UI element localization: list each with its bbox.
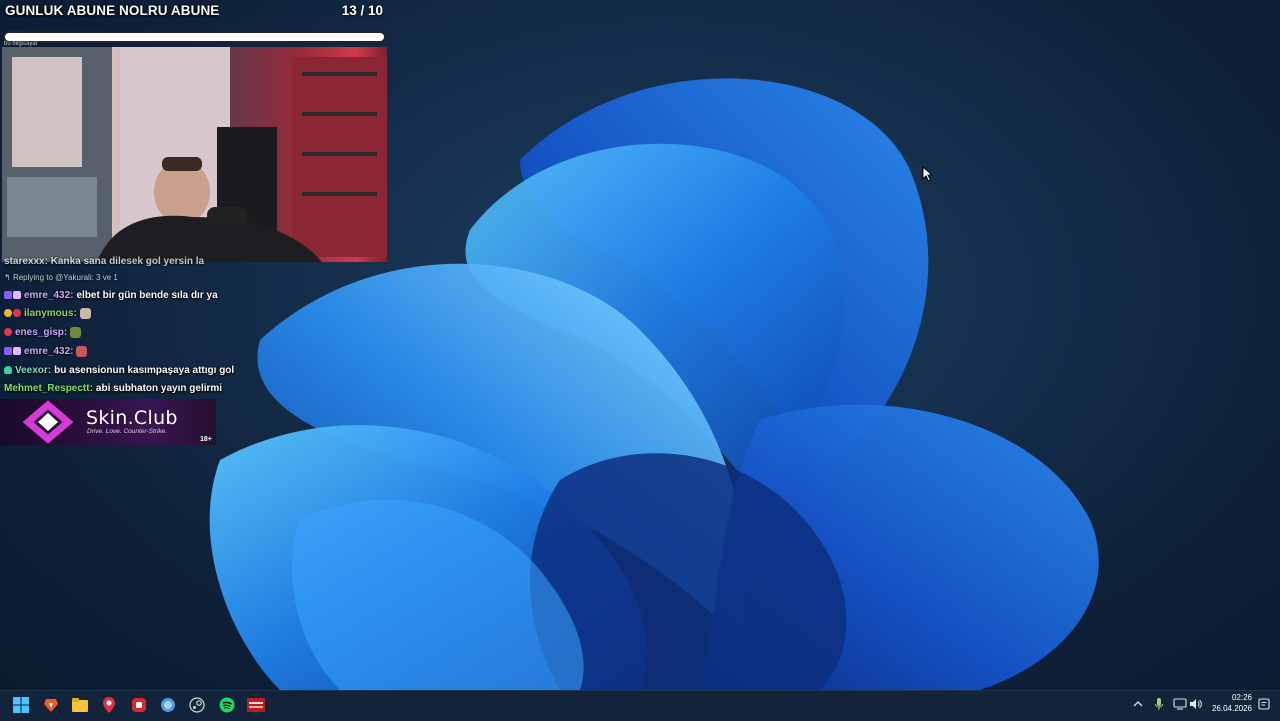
subscriber-badge-icon <box>4 291 12 300</box>
webcam-image <box>2 47 387 262</box>
chat-text: bu asensionun kasımpaşaya attıgı gol <box>54 365 235 377</box>
emote-icon <box>76 346 88 357</box>
chat-badges <box>4 365 13 376</box>
chat-message: Mehmet_Respectt: abi subhaton yayın gelir… <box>4 383 222 394</box>
gift-badge-icon <box>13 291 21 300</box>
webcam-overlay <box>2 47 387 262</box>
globe-icon[interactable] <box>158 695 178 715</box>
chat-badges <box>4 327 13 338</box>
chat-text: elbet bir gün bende sıla dır ya <box>76 290 218 302</box>
chat-username[interactable]: emre_432: <box>24 346 73 357</box>
brave-icon[interactable] <box>41 695 61 715</box>
pin-badge-icon <box>13 309 21 318</box>
sponsor-name: Skin.Club <box>86 407 178 429</box>
chat-badges <box>4 346 22 357</box>
subscriber-badge-icon <box>4 347 12 356</box>
mouse-cursor-icon <box>922 166 934 182</box>
chat-username[interactable]: emre_432: <box>24 290 73 301</box>
emote-icon <box>70 327 82 338</box>
chat-message: emre_432: elbet bir gün bende sıla dır ya <box>4 290 218 301</box>
notifications-icon[interactable] <box>1257 697 1271 711</box>
network-icon[interactable] <box>1173 697 1187 711</box>
chat-username[interactable]: Mehmet_Respectt: <box>4 383 93 394</box>
pin-badge-icon <box>4 328 12 337</box>
taskbar-clock-time[interactable]: 02:26 <box>1212 693 1252 702</box>
chat-badges <box>4 290 22 301</box>
chat-message: Veexor: bu asensionun kasımpaşaya attıgı … <box>4 365 234 376</box>
file-explorer-icon[interactable] <box>70 695 90 715</box>
chat-reply-context: ↰ Replying to @Yakurali: 3 ve 1 <box>4 273 118 282</box>
chat-badges <box>4 308 22 319</box>
sponsor-age-rating: 18+ <box>200 436 212 443</box>
chat-partial-line: starexxx: Kanka sana dilesek gol yersin … <box>4 256 205 267</box>
sub-goal-title: GUNLUK ABUNE NOLRU ABUNE <box>5 3 220 18</box>
chat-message: emre_432: <box>4 346 88 357</box>
sub-goal-progress-bar <box>3 31 386 43</box>
steam-icon[interactable] <box>187 695 207 715</box>
chevron-up-icon[interactable] <box>1131 697 1145 711</box>
sponsor-banner: Skin.Club Drive. Love. Counter-Strike. <box>0 399 216 445</box>
chat-username[interactable]: enes_gisp: <box>15 327 67 338</box>
moderator-badge-icon <box>4 366 12 375</box>
chat-text: abi subhaton yayın gelirmi <box>95 383 223 394</box>
chat-message: enes_gisp: <box>4 327 82 338</box>
microphone-icon[interactable] <box>1152 697 1166 711</box>
voicemeeter-icon[interactable] <box>246 695 266 715</box>
spotify-icon[interactable] <box>217 695 237 715</box>
start-icon[interactable] <box>11 695 31 715</box>
reply-arrow-icon: ↰ <box>4 273 13 282</box>
chat-username[interactable]: ilanymous: <box>24 308 77 319</box>
emote-icon <box>79 308 91 319</box>
sponsor-tagline: Drive. Love. Counter-Strike. <box>87 428 168 435</box>
info-badge-icon <box>4 309 12 318</box>
gift-badge-icon <box>13 347 21 356</box>
sub-goal-count: 13 / 10 <box>341 3 383 18</box>
reply-context-text: Replying to @Yakurali: 3 ve 1 <box>12 273 118 282</box>
chat-username[interactable]: Veexor: <box>15 365 51 376</box>
taskbar-clock-date[interactable]: 26.04.2026 <box>1200 704 1252 713</box>
chat-message: ilanymous: <box>4 308 91 319</box>
red-app-icon[interactable] <box>129 695 149 715</box>
map-pin-icon[interactable] <box>99 695 119 715</box>
sub-goal-progress-fill <box>5 33 384 41</box>
